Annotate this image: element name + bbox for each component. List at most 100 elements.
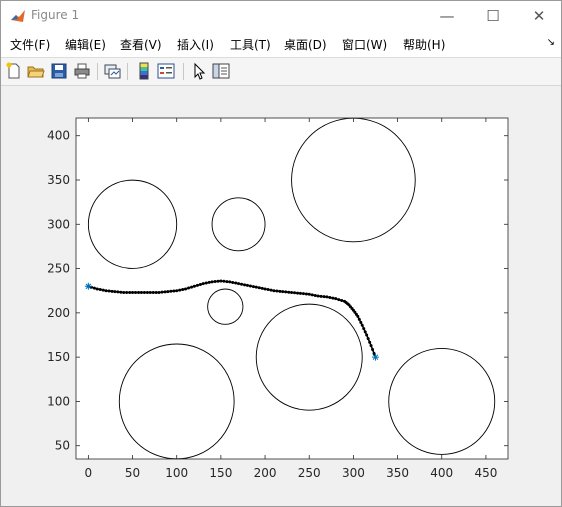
title-bar: Figure 1 — ☐ ✕ — [1, 1, 561, 31]
menu-view[interactable]: 查看(V) — [120, 36, 162, 53]
maximize-icon: ☐ — [486, 7, 500, 25]
x-tick-label: 50 — [125, 466, 140, 480]
path-point — [163, 290, 167, 294]
path-point — [166, 290, 170, 294]
path-point — [307, 292, 311, 296]
path-point — [340, 298, 344, 302]
x-tick-label: 200 — [254, 466, 277, 480]
path-point — [301, 292, 305, 296]
path-point — [151, 290, 155, 294]
path-point — [366, 337, 370, 341]
path-point — [169, 289, 173, 293]
path-point — [359, 320, 363, 324]
path-point — [104, 289, 108, 293]
path-point — [281, 290, 285, 294]
path-point — [216, 279, 220, 283]
toolbar-separator — [183, 63, 184, 80]
path-point — [213, 280, 217, 284]
y-tick-label: 250 — [47, 262, 70, 276]
path-point — [293, 291, 297, 295]
legend-icon[interactable] — [157, 62, 175, 80]
path-point — [363, 330, 367, 334]
path-point — [195, 283, 199, 287]
maximize-button[interactable]: ☐ — [470, 1, 516, 31]
y-tick-label: 200 — [47, 306, 70, 320]
x-tick-label: 150 — [209, 466, 232, 480]
figure-toolbar — [1, 58, 561, 86]
x-tick-label: 0 — [85, 466, 93, 480]
path-point — [101, 288, 105, 292]
link-plot-icon[interactable] — [103, 62, 121, 80]
path-point — [198, 282, 202, 286]
path-point — [137, 290, 141, 294]
y-tick-label: 100 — [47, 394, 70, 408]
path-point — [110, 289, 114, 293]
path-point — [113, 290, 117, 294]
path-point — [204, 281, 208, 285]
x-tick-label: 400 — [430, 466, 453, 480]
path-point — [278, 289, 282, 293]
path-point — [290, 290, 294, 294]
path-point — [98, 288, 102, 292]
path-point — [368, 340, 372, 344]
path-point — [266, 288, 270, 292]
window-title: Figure 1 — [31, 8, 80, 22]
save-icon[interactable] — [50, 62, 68, 80]
path-point — [254, 285, 258, 289]
dock-arrow-icon[interactable]: ↘ — [547, 37, 555, 48]
path-point — [228, 280, 232, 284]
path-point — [145, 290, 149, 294]
path-point — [251, 285, 255, 289]
path-point — [257, 286, 261, 290]
menu-file[interactable]: 文件(F) — [10, 36, 50, 53]
path-point — [157, 290, 161, 294]
y-tick-label: 150 — [47, 350, 70, 364]
menu-window[interactable]: 窗口(W) — [342, 36, 387, 53]
menu-help[interactable]: 帮助(H) — [403, 36, 445, 53]
path-point — [122, 290, 126, 294]
path-point — [210, 280, 214, 284]
path-point — [192, 284, 196, 288]
path-point — [219, 279, 223, 283]
path-point — [160, 290, 164, 294]
minimize-button[interactable]: — — [424, 1, 470, 31]
x-tick-label: 450 — [474, 466, 497, 480]
menu-edit[interactable]: 编辑(E) — [65, 36, 106, 53]
colorbar-icon[interactable] — [135, 62, 153, 80]
close-icon: ✕ — [532, 7, 546, 25]
path-point — [269, 288, 273, 292]
path-point — [356, 314, 360, 318]
pointer-icon[interactable] — [190, 62, 208, 80]
path-point — [304, 292, 308, 296]
path-point — [175, 289, 179, 293]
path-point — [92, 286, 96, 290]
path-point — [207, 280, 211, 284]
menu-desktop[interactable]: 桌面(D) — [284, 36, 327, 53]
y-tick-label: 50 — [55, 439, 70, 453]
matlab-icon — [10, 8, 26, 24]
open-file-icon[interactable] — [27, 62, 45, 80]
figure-window: Figure 1 — ☐ ✕ 文件(F) 编辑(E) 查看(V) 插入(I) 工… — [0, 0, 562, 507]
x-tick-label: 250 — [298, 466, 321, 480]
path-point — [248, 284, 252, 288]
path-point — [139, 290, 143, 294]
path-point — [243, 283, 247, 287]
path-point — [225, 280, 229, 284]
path-point — [331, 296, 335, 300]
path-point — [116, 290, 120, 294]
property-editor-icon[interactable] — [212, 62, 230, 80]
path-point — [142, 290, 146, 294]
new-figure-icon[interactable] — [5, 62, 23, 80]
toolbar-separator — [97, 63, 98, 80]
menu-insert[interactable]: 插入(I) — [177, 36, 214, 53]
path-point — [298, 291, 302, 295]
path-point — [184, 287, 188, 291]
path-point — [172, 289, 176, 293]
path-point — [190, 285, 194, 289]
print-icon[interactable] — [73, 62, 91, 80]
plot-canvas[interactable]: 0 50 100 150 200 250 300 350 400 450 50 100 150 200 25… — [1, 86, 561, 506]
path-point — [357, 317, 361, 321]
menu-tools[interactable]: 工具(T) — [230, 36, 271, 53]
close-button[interactable]: ✕ — [516, 1, 561, 31]
path-point — [371, 348, 375, 352]
